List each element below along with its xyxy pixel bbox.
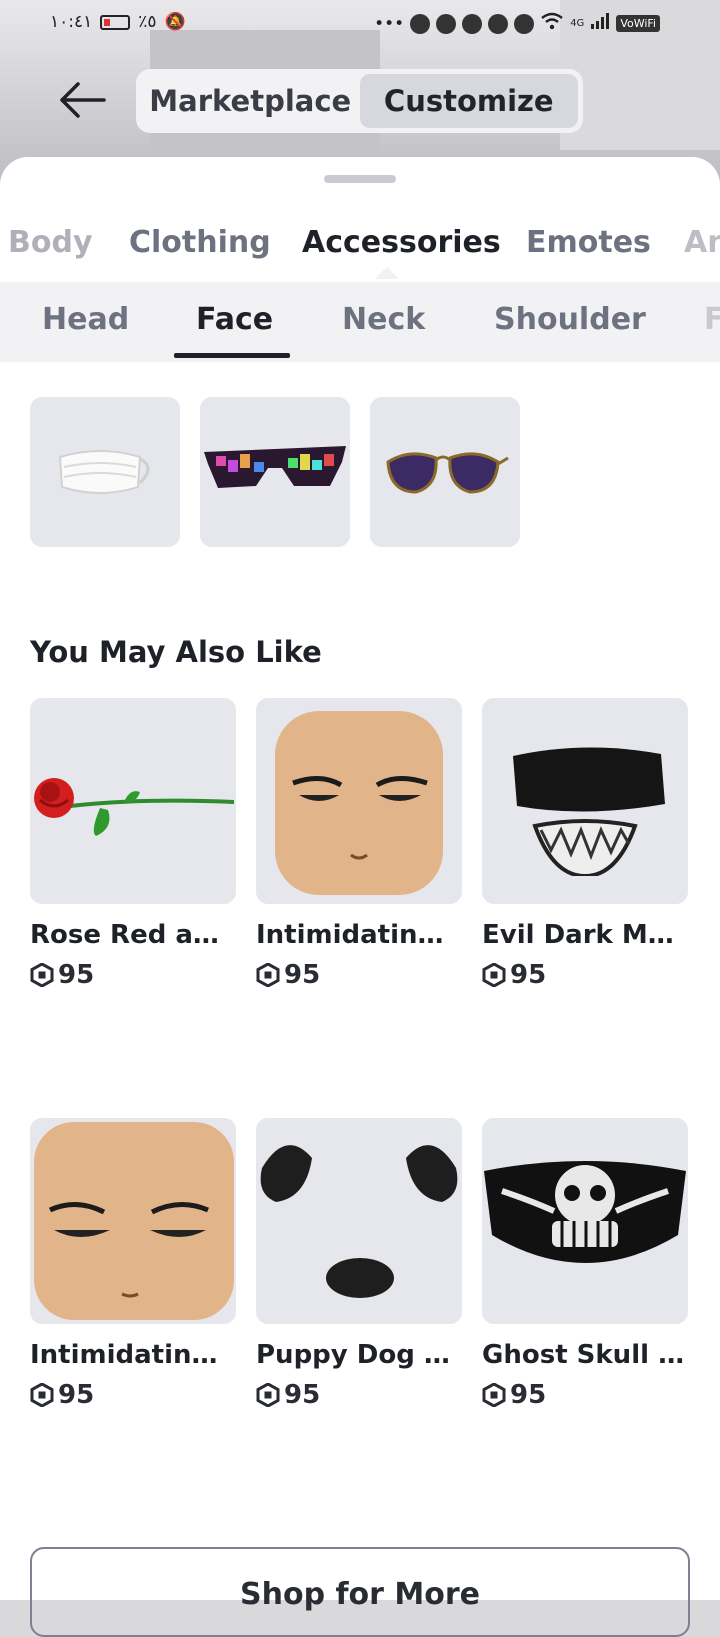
robux-icon bbox=[256, 1383, 280, 1407]
subtab-shoulder[interactable]: Shoulder bbox=[494, 302, 646, 337]
more-dots-icon: ••• bbox=[374, 13, 405, 34]
price-value: 95 bbox=[284, 960, 321, 990]
robux-icon bbox=[256, 963, 280, 987]
marketplace-tab[interactable]: Marketplace bbox=[141, 74, 360, 128]
skull-mask-icon bbox=[484, 1161, 686, 1263]
notification-icon bbox=[462, 13, 483, 34]
subtab-neck[interactable]: Neck bbox=[342, 302, 425, 337]
customize-sheet: Body Clothing Accessories Emotes An Head… bbox=[0, 157, 720, 1637]
equipped-item[interactable] bbox=[30, 397, 180, 547]
status-time: ١٠:٤١ bbox=[50, 12, 93, 32]
item-price: 95 bbox=[30, 960, 236, 990]
tab-emotes[interactable]: Emotes bbox=[526, 225, 651, 260]
robux-icon bbox=[482, 963, 506, 987]
item-name: Intimidating S... bbox=[30, 1340, 236, 1370]
shop-for-more-button[interactable]: Shop for More bbox=[30, 1547, 690, 1637]
item-thumbnail bbox=[30, 1118, 236, 1324]
price-value: 95 bbox=[58, 960, 95, 990]
face-icon bbox=[275, 711, 443, 895]
wifi-icon bbox=[540, 12, 564, 35]
notification-icon bbox=[488, 13, 509, 34]
item-price: 95 bbox=[256, 1380, 462, 1410]
face-icon bbox=[34, 1122, 234, 1320]
item-name: Puppy Dog Fa... bbox=[256, 1340, 462, 1370]
network-type: 4G bbox=[570, 18, 585, 29]
back-button[interactable] bbox=[56, 78, 108, 122]
item-thumbnail bbox=[256, 698, 462, 904]
shop-button-label: Shop for More bbox=[240, 1577, 480, 1612]
item-card[interactable]: Puppy Dog Fa... 95 bbox=[256, 1118, 462, 1410]
mummy-mask-icon bbox=[513, 747, 665, 876]
aviator-sunglasses-icon bbox=[386, 452, 509, 494]
recommendation-row: Rose Red and ... 95 Intimidating F... 95 bbox=[30, 698, 690, 990]
item-card[interactable]: Intimidating F... 95 bbox=[256, 698, 462, 990]
equipped-items bbox=[30, 397, 520, 547]
item-price: 95 bbox=[256, 960, 462, 990]
mute-icon: 🔕 bbox=[164, 12, 186, 32]
app-icon bbox=[514, 13, 535, 34]
price-value: 95 bbox=[284, 1380, 321, 1410]
subtab-head[interactable]: Head bbox=[42, 302, 129, 337]
signal-icon bbox=[590, 13, 610, 34]
equipped-item[interactable] bbox=[200, 397, 350, 547]
battery-percent: ٪٥ bbox=[138, 12, 157, 32]
price-value: 95 bbox=[58, 1380, 95, 1410]
robux-icon bbox=[30, 963, 54, 987]
face-mask-icon bbox=[58, 450, 150, 494]
equipped-item[interactable] bbox=[370, 397, 520, 547]
category-tabs: Body Clothing Accessories Emotes An bbox=[0, 217, 720, 277]
arrow-left-icon bbox=[60, 82, 106, 118]
tab-clothing[interactable]: Clothing bbox=[129, 225, 271, 260]
item-price: 95 bbox=[482, 1380, 688, 1410]
section-title: You May Also Like bbox=[30, 635, 322, 669]
item-price: 95 bbox=[30, 1380, 236, 1410]
robux-icon bbox=[482, 1383, 506, 1407]
rose-icon bbox=[34, 778, 235, 836]
item-thumbnail bbox=[482, 698, 688, 904]
tab-body[interactable]: Body bbox=[8, 225, 93, 260]
sheet-drag-handle[interactable] bbox=[324, 175, 396, 183]
subtab-front[interactable]: F bbox=[704, 302, 720, 337]
vowifi-badge: VoWiFi bbox=[616, 15, 660, 32]
notification-icon bbox=[436, 13, 457, 34]
subtab-face[interactable]: Face bbox=[196, 302, 273, 337]
status-bar: ١٠:٤١ ٪٥ 🔕 ••• 4G VoWiFi bbox=[0, 0, 720, 46]
item-price: 95 bbox=[482, 960, 688, 990]
tab-animations[interactable]: An bbox=[684, 225, 720, 260]
battery-icon bbox=[100, 14, 131, 30]
item-name: Ghost Skull M... bbox=[482, 1340, 688, 1370]
marketplace-customize-toggle: Marketplace Customize bbox=[136, 69, 583, 133]
subcategory-tabs: Head Face Neck Shoulder F bbox=[0, 282, 720, 362]
item-card[interactable]: Evil Dark Mum... 95 bbox=[482, 698, 688, 990]
item-name: Evil Dark Mum... bbox=[482, 920, 688, 950]
item-card[interactable]: Rose Red and ... 95 bbox=[30, 698, 236, 990]
notification-icon bbox=[410, 13, 431, 34]
item-name: Intimidating F... bbox=[256, 920, 462, 950]
led-glasses-icon bbox=[204, 446, 346, 488]
item-thumbnail bbox=[30, 698, 236, 904]
recommendation-row: Intimidating S... 95 Puppy Dog Fa... 95 bbox=[30, 1118, 690, 1410]
robux-icon bbox=[30, 1383, 54, 1407]
item-card[interactable]: Ghost Skull M... 95 bbox=[482, 1118, 688, 1410]
price-value: 95 bbox=[510, 960, 547, 990]
tab-accessories[interactable]: Accessories bbox=[302, 225, 501, 260]
subtab-underline bbox=[174, 353, 290, 358]
active-tab-indicator bbox=[375, 267, 399, 279]
price-value: 95 bbox=[510, 1380, 547, 1410]
item-card[interactable]: Intimidating S... 95 bbox=[30, 1118, 236, 1410]
item-name: Rose Red and ... bbox=[30, 920, 236, 950]
customize-tab[interactable]: Customize bbox=[359, 74, 578, 128]
item-thumbnail bbox=[256, 1118, 462, 1324]
item-thumbnail bbox=[482, 1118, 688, 1324]
puppy-face-icon bbox=[260, 1145, 458, 1298]
